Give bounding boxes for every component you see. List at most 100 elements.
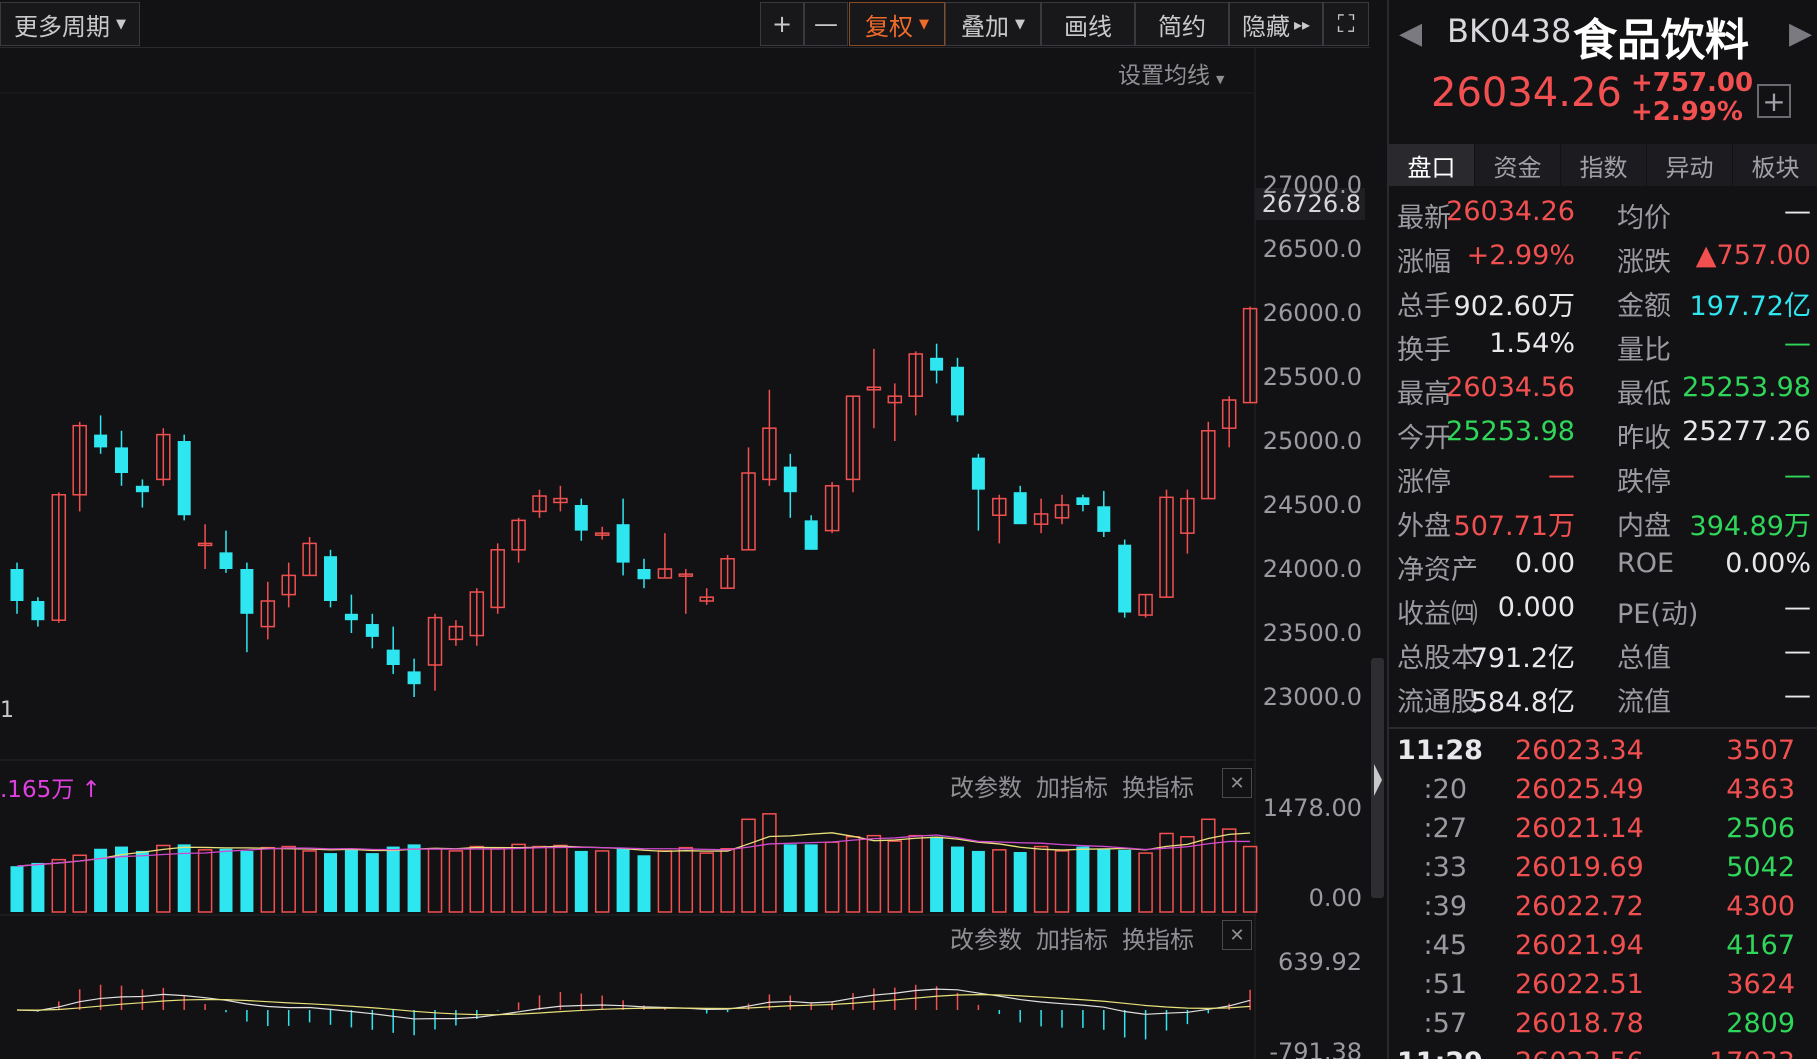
quote-value: 26034.26 bbox=[1446, 196, 1575, 227]
quote-value: 791.2亿 bbox=[1470, 643, 1575, 674]
quote-value: ▲757.00 bbox=[1695, 240, 1811, 271]
tick-price: 26019.69 bbox=[1515, 852, 1644, 883]
add-indicator-button[interactable]: 加指标 bbox=[1036, 920, 1108, 955]
tick-volume: 4363 bbox=[1726, 774, 1795, 805]
volume-bar bbox=[1076, 846, 1090, 912]
quote-key: 换手 bbox=[1397, 335, 1451, 366]
quote-value: — bbox=[1784, 592, 1811, 623]
quote-value: 0.00 bbox=[1514, 548, 1575, 579]
volume-bar bbox=[281, 845, 296, 913]
quote-key: 涨跌 bbox=[1617, 247, 1671, 278]
candle bbox=[31, 601, 45, 621]
price-axis-label: 25000.0 bbox=[1262, 427, 1362, 455]
tab-order-book[interactable]: 盘口 bbox=[1389, 144, 1475, 186]
swap-indicator-button[interactable]: 换指标 bbox=[1122, 768, 1194, 803]
macd-panel-controls: 改参数 加指标 换指标 bbox=[950, 920, 1194, 955]
next-stock-icon[interactable]: ▶ bbox=[1789, 16, 1812, 51]
tab-funds[interactable]: 资金 bbox=[1475, 144, 1561, 186]
tab-sectors[interactable]: 板块 bbox=[1733, 144, 1817, 186]
stock-code: BK0438 bbox=[1447, 12, 1572, 50]
quote-key: 涨幅 bbox=[1397, 247, 1451, 278]
quote-key: 最低 bbox=[1617, 379, 1671, 410]
volume-bar bbox=[1180, 835, 1195, 913]
quote-row: 总股本 791.2亿 总值 — bbox=[1389, 632, 1817, 676]
stock-name: 食品饮料 bbox=[1573, 15, 1749, 66]
collapse-arrow-icon[interactable] bbox=[1372, 760, 1384, 800]
quote-row: 换手 1.54% 量比 — bbox=[1389, 324, 1817, 368]
candle bbox=[177, 441, 191, 516]
volume-bar bbox=[699, 852, 714, 913]
volume-bar bbox=[302, 850, 317, 913]
volume-bar bbox=[1118, 849, 1132, 912]
candle bbox=[1076, 497, 1090, 505]
volume-bar bbox=[908, 834, 923, 913]
scrollbar-track[interactable] bbox=[1370, 0, 1387, 1059]
prev-stock-icon[interactable]: ◀ bbox=[1399, 16, 1422, 51]
price-axis-label: 24500.0 bbox=[1262, 491, 1362, 519]
quote-row: 今开 25253.98 昨收 25277.26 bbox=[1389, 412, 1817, 456]
tick-time: :45 bbox=[1423, 930, 1467, 961]
quote-value: — bbox=[1784, 460, 1811, 491]
quote-value: — bbox=[1784, 636, 1811, 667]
candle bbox=[10, 569, 24, 601]
quote-value: +2.99% bbox=[1466, 240, 1575, 271]
volume-bar bbox=[177, 844, 191, 912]
quote-value: 1.54% bbox=[1489, 328, 1575, 359]
chart-area[interactable]: 更多周期 ▼ + — 复权 ▼ 叠加 ▼ 画线 简约 隐藏 ▸▸ ⛶ 设置均线 ▼ 267… bbox=[0, 0, 1370, 1059]
tick-row: :39 26022.72 4300 bbox=[1389, 888, 1817, 927]
quote-key: 总手 bbox=[1397, 291, 1451, 322]
volume-bar bbox=[720, 847, 735, 913]
tick-list[interactable]: 11:28 26023.34 3507:20 26025.49 4363:27 26021… bbox=[1389, 732, 1817, 1059]
candle bbox=[951, 366, 964, 416]
sidebar-tabs: 盘口 资金 指数 异动 板块 bbox=[1389, 144, 1817, 186]
volume-bar bbox=[1159, 832, 1174, 913]
quote-grid: 最新 26034.26 均价 — 涨幅 +2.99% 涨跌 ▲757.00 总手 902.60万 金… bbox=[1389, 192, 1817, 720]
volume-bar bbox=[469, 845, 485, 913]
volume-bar bbox=[783, 844, 797, 912]
add-indicator-button[interactable]: 加指标 bbox=[1036, 768, 1108, 803]
quote-row: 收益㈣ 0.000 PE(动) — bbox=[1389, 588, 1817, 632]
volume-bar bbox=[637, 855, 651, 912]
candle bbox=[1118, 544, 1132, 613]
candle bbox=[94, 434, 108, 448]
volume-bar bbox=[1054, 850, 1070, 913]
add-watchlist-button[interactable]: + bbox=[1757, 84, 1791, 118]
volume-bar bbox=[1013, 852, 1027, 912]
tick-row: 11:29 26023.56 17033 bbox=[1389, 1044, 1817, 1059]
quote-row: 涨幅 +2.99% 涨跌 ▲757.00 bbox=[1389, 236, 1817, 280]
volume-bar bbox=[845, 835, 861, 913]
tick-row: :20 26025.49 4363 bbox=[1389, 771, 1817, 810]
price-axis-label: 27000.0 bbox=[1262, 171, 1362, 199]
tick-price: 26022.51 bbox=[1515, 969, 1644, 1000]
close-icon[interactable]: ✕ bbox=[1222, 768, 1252, 798]
chart-canvas[interactable] bbox=[0, 0, 1370, 1059]
swap-indicator-button[interactable]: 换指标 bbox=[1122, 920, 1194, 955]
candle bbox=[616, 524, 630, 563]
tab-index[interactable]: 指数 bbox=[1561, 144, 1647, 186]
left-edge-label: 1 bbox=[0, 698, 14, 723]
volume-bar bbox=[51, 858, 67, 913]
tick-time: :33 bbox=[1423, 852, 1467, 883]
quote-value: 507.71万 bbox=[1453, 511, 1575, 542]
volume-bar bbox=[951, 846, 964, 912]
change-params-button[interactable]: 改参数 bbox=[950, 768, 1022, 803]
quote-row: 净资产 0.00 ROE 0.00% bbox=[1389, 544, 1817, 588]
quote-row: 最高 26034.56 最低 25253.98 bbox=[1389, 368, 1817, 412]
change-params-button[interactable]: 改参数 bbox=[950, 920, 1022, 955]
tick-row: :27 26021.14 2506 bbox=[1389, 810, 1817, 849]
tick-time: :20 bbox=[1423, 774, 1467, 805]
tick-row: 11:28 26023.34 3507 bbox=[1389, 732, 1817, 771]
tab-alerts[interactable]: 异动 bbox=[1647, 144, 1733, 186]
tick-row: :51 26022.51 3624 bbox=[1389, 966, 1817, 1005]
close-icon[interactable]: ✕ bbox=[1222, 920, 1252, 950]
volume-bar bbox=[31, 862, 45, 912]
quote-value: 25277.26 bbox=[1682, 416, 1811, 447]
quote-value: 25253.98 bbox=[1682, 372, 1811, 403]
volume-bar bbox=[553, 844, 568, 913]
quote-value: — bbox=[1784, 328, 1811, 359]
volume-bar bbox=[616, 848, 630, 912]
volume-axis-top-label: 1478.00 bbox=[1262, 794, 1362, 822]
quote-value: 584.8亿 bbox=[1470, 687, 1575, 718]
volume-bar bbox=[804, 844, 818, 912]
tick-time: :57 bbox=[1423, 1008, 1467, 1039]
